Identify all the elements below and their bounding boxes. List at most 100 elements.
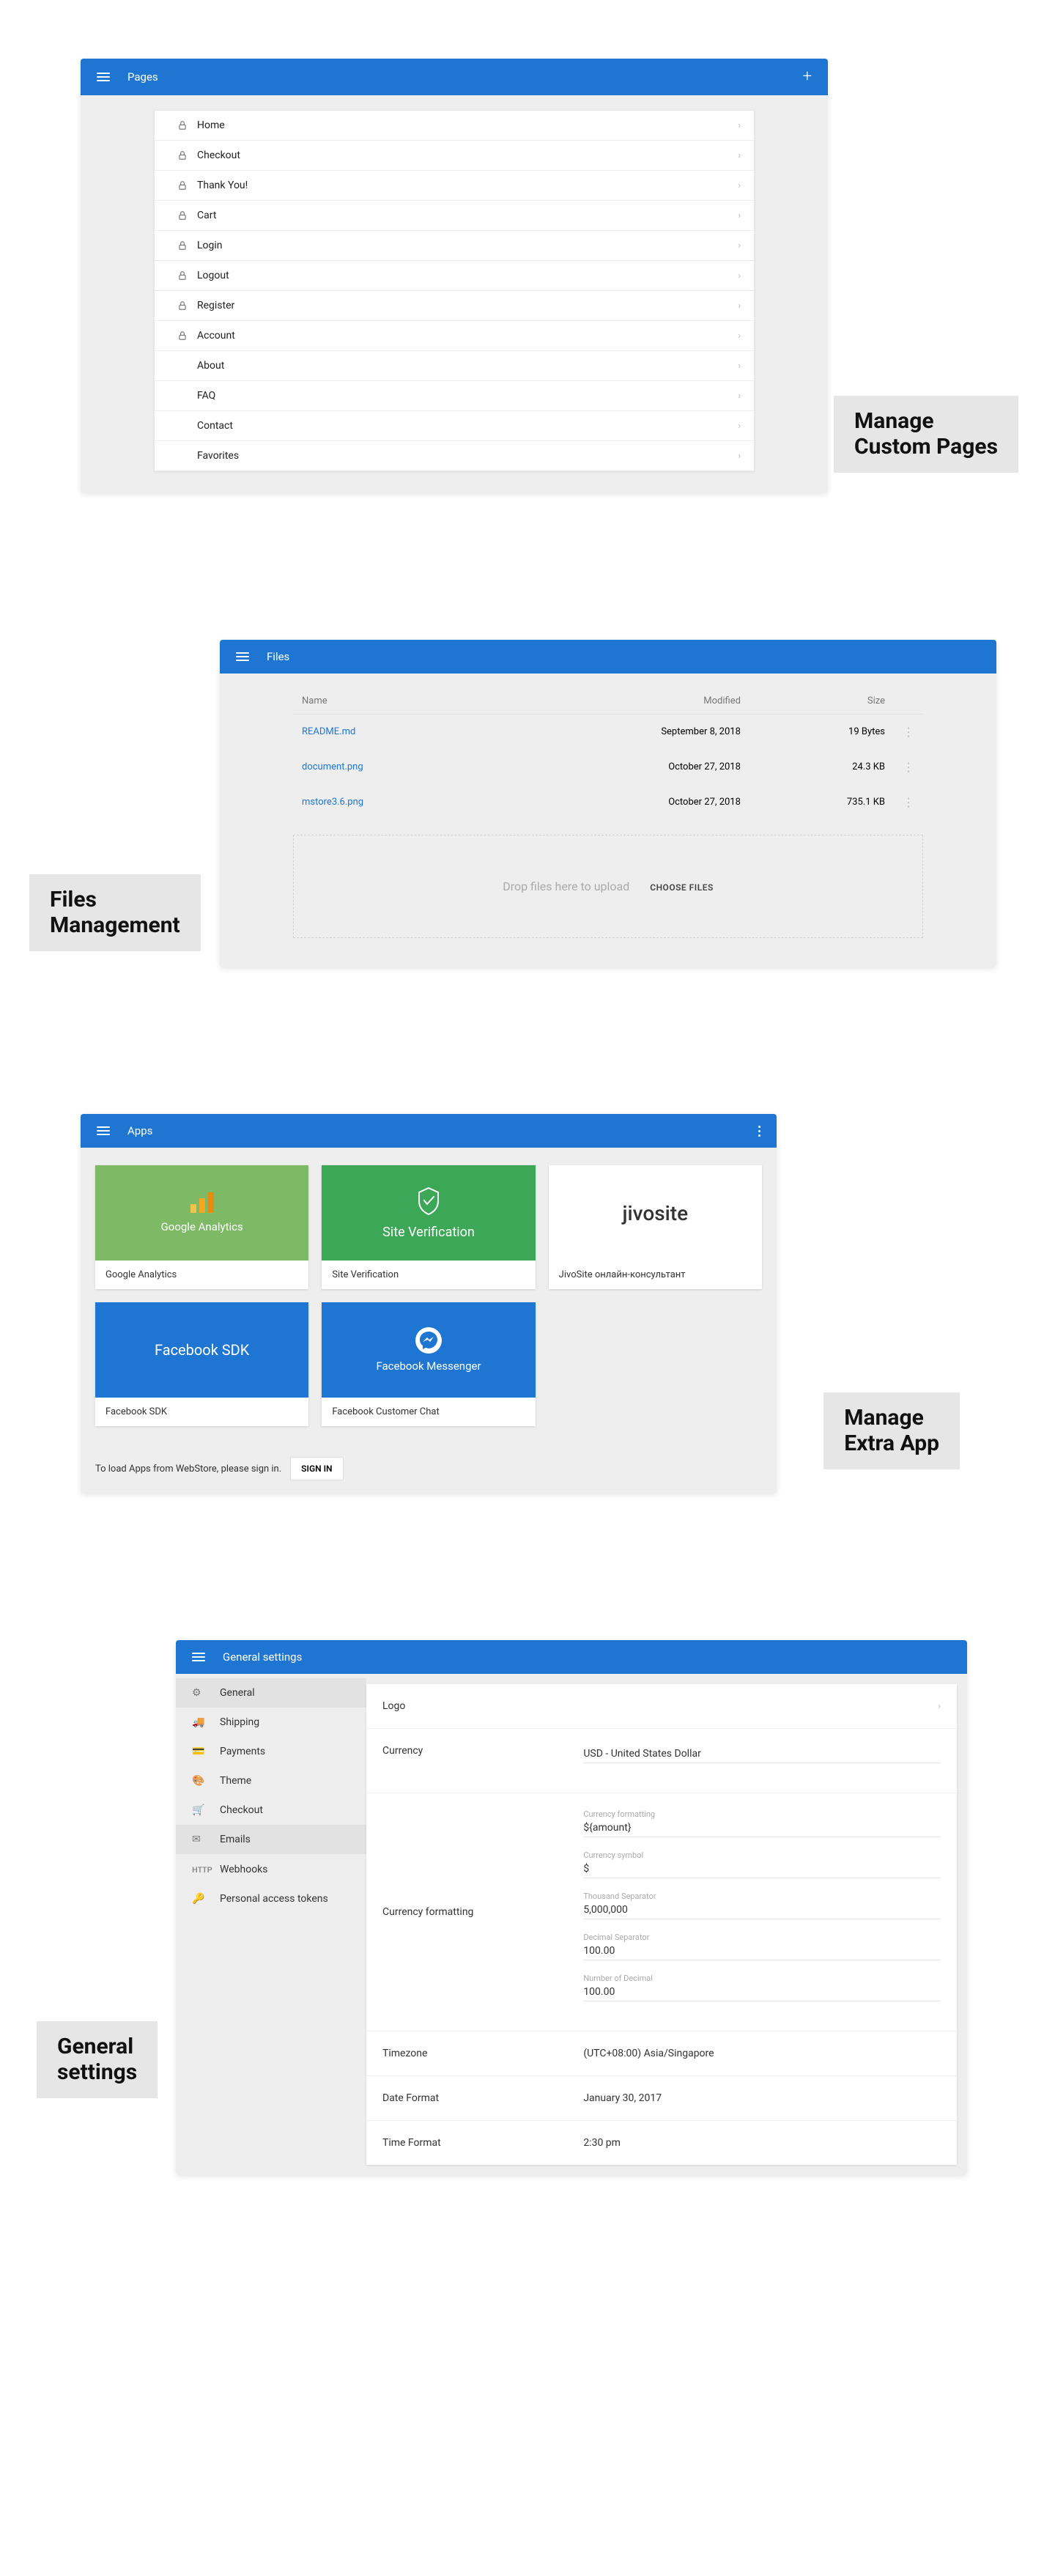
nav-label: Webhooks <box>220 1864 268 1875</box>
menu-icon[interactable] <box>236 652 249 661</box>
nav-icon: 🛒 <box>192 1804 205 1816</box>
file-modified: September 8, 2018 <box>498 715 749 750</box>
page-row[interactable]: About› <box>155 351 754 381</box>
menu-icon[interactable] <box>192 1653 205 1661</box>
nav-item-webhooks[interactable]: ʜᴛᴛᴘ Webhooks <box>176 1854 366 1884</box>
page-row[interactable]: Contact› <box>155 411 754 441</box>
app-head-fb: Facebook SDK <box>95 1302 308 1398</box>
apps-footer: To load Apps from WebStore, please sign … <box>81 1444 777 1494</box>
nav-item-theme[interactable]: 🎨Theme <box>176 1766 366 1796</box>
file-row: README.mdSeptember 8, 201819 Bytes⋮ <box>293 715 923 750</box>
settings-header: General settings <box>176 1640 967 1674</box>
page-row[interactable]: Logout› <box>155 261 754 291</box>
more-icon[interactable]: ⋮ <box>903 725 914 739</box>
date-format-select[interactable]: January 30, 2017 <box>583 2092 941 2104</box>
add-page-icon[interactable]: + <box>803 69 812 85</box>
nav-item-personal access tokens[interactable]: 🔑Personal access tokens <box>176 1884 366 1913</box>
nav-item-payments[interactable]: 💳Payments <box>176 1737 366 1766</box>
page-row[interactable]: Thank You!› <box>155 171 754 201</box>
page-label: Cart <box>197 210 738 221</box>
pages-header: Pages + <box>81 59 828 95</box>
app-caption: Facebook Customer Chat <box>322 1398 535 1426</box>
chevron-right-icon: › <box>738 421 741 432</box>
badge-apps: Manage Extra App <box>823 1392 960 1469</box>
page-row[interactable]: Register› <box>155 291 754 321</box>
dropzone[interactable]: Drop files here to upload CHOOSE FILES <box>293 835 923 938</box>
decimal-separator-input[interactable]: 100.00 <box>583 1942 941 1960</box>
signin-button[interactable]: SIGN IN <box>290 1457 343 1480</box>
files-table: Name Modified Size README.md September 8,… <box>293 688 923 820</box>
nav-icon: ʜᴛᴛᴘ <box>192 1863 205 1875</box>
drop-text: Drop files here to upload <box>503 879 629 893</box>
number-decimal-input[interactable]: 100.00 <box>583 1983 941 2001</box>
nav-item-shipping[interactable]: 🚚Shipping <box>176 1708 366 1737</box>
more-icon[interactable] <box>758 1126 760 1137</box>
file-size: 735.1 KB <box>749 785 894 820</box>
badge-settings: General settings <box>37 2021 158 2098</box>
file-link[interactable]: README.md <box>302 726 355 737</box>
page-row[interactable]: Favorites› <box>155 441 754 470</box>
currency-format-input[interactable]: ${amount} <box>583 1819 941 1837</box>
app-card-facebook-messenger[interactable]: Facebook Messenger Facebook Customer Cha… <box>322 1302 535 1426</box>
more-icon[interactable]: ⋮ <box>903 760 914 774</box>
lock-icon <box>177 240 188 251</box>
page-row[interactable]: Checkout› <box>155 141 754 171</box>
nav-label: Checkout <box>220 1804 263 1816</box>
choose-files-button[interactable]: CHOOSE FILES <box>650 882 714 893</box>
menu-icon[interactable] <box>97 1126 110 1135</box>
page-row[interactable]: Login› <box>155 231 754 261</box>
app-head-sv: Site Verification <box>322 1165 535 1261</box>
currency-formatting-row: Currency formatting Currency formatting$… <box>366 1793 957 2031</box>
col-modified: Modified <box>498 688 749 715</box>
chevron-right-icon: › <box>738 331 741 342</box>
file-size: 24.3 KB <box>749 750 894 785</box>
timezone-row: Timezone (UTC+08:00) Asia/Singapore <box>366 2031 957 2076</box>
app-head-fbm: Facebook Messenger <box>322 1302 535 1398</box>
timezone-select[interactable]: (UTC+08:00) Asia/Singapore <box>583 2048 941 2059</box>
currency-select[interactable]: USD - United States Dollar <box>583 1745 941 1763</box>
file-row: mstore3.6.pngOctober 27, 2018735.1 KB⋮ <box>293 785 923 820</box>
more-icon[interactable]: ⋮ <box>903 795 914 809</box>
files-title: Files <box>267 650 289 663</box>
nav-item-emails[interactable]: ✉Emails <box>176 1825 366 1854</box>
chevron-right-icon: › <box>738 361 741 372</box>
messenger-icon <box>415 1327 442 1354</box>
page-label: Checkout <box>197 150 738 161</box>
menu-icon[interactable] <box>97 73 110 81</box>
apps-header: Apps <box>81 1114 777 1148</box>
time-format-select[interactable]: 2:30 pm <box>583 2137 941 2149</box>
apps-grid: Google Analytics Google Analytics Site V… <box>95 1165 762 1426</box>
chevron-right-icon: › <box>738 270 741 281</box>
date-format-row: Date Format January 30, 2017 <box>366 2076 957 2121</box>
lock-icon <box>177 120 188 130</box>
files-panel: Files Name Modified Size README.md Septem… <box>220 640 996 967</box>
settings-nav: ⚙General🚚Shipping💳Payments🎨Theme 🛒 Checkou… <box>176 1674 366 2175</box>
page-row[interactable]: FAQ› <box>155 381 754 411</box>
col-name: Name <box>293 688 498 715</box>
time-format-row: Time Format 2:30 pm <box>366 2121 957 2165</box>
col-size: Size <box>749 688 894 715</box>
app-caption: JivoSite онлайн-консультант <box>549 1261 762 1289</box>
chevron-right-icon: › <box>738 451 741 462</box>
app-card-facebook-sdk[interactable]: Facebook SDK Facebook SDK <box>95 1302 308 1426</box>
page-row[interactable]: Home› <box>155 111 754 141</box>
page-label: About <box>197 360 738 372</box>
file-link[interactable]: mstore3.6.png <box>302 797 363 808</box>
nav-item-checkout[interactable]: 🛒 Checkout <box>176 1796 366 1825</box>
lock-icon <box>177 180 188 191</box>
page-row[interactable]: Cart› <box>155 201 754 231</box>
app-card-jivosite[interactable]: jivosite JivoSite онлайн-консультант <box>549 1165 762 1289</box>
currency-row: Currency USD - United States Dollar <box>366 1729 957 1793</box>
app-head-ga: Google Analytics <box>95 1165 308 1261</box>
app-caption: Google Analytics <box>95 1261 308 1289</box>
app-card-google-analytics[interactable]: Google Analytics Google Analytics <box>95 1165 308 1289</box>
file-link[interactable]: document.png <box>302 761 363 772</box>
nav-label: General <box>220 1687 255 1699</box>
page-row[interactable]: Account› <box>155 321 754 351</box>
files-header: Files <box>220 640 996 673</box>
currency-symbol-input[interactable]: $ <box>583 1860 941 1878</box>
logo-row[interactable]: Logo › <box>366 1684 957 1729</box>
app-card-site-verification[interactable]: Site Verification Site Verification <box>322 1165 535 1289</box>
nav-item-general[interactable]: ⚙General <box>176 1678 366 1708</box>
thousand-separator-input[interactable]: 5,000,000 <box>583 1901 941 1919</box>
